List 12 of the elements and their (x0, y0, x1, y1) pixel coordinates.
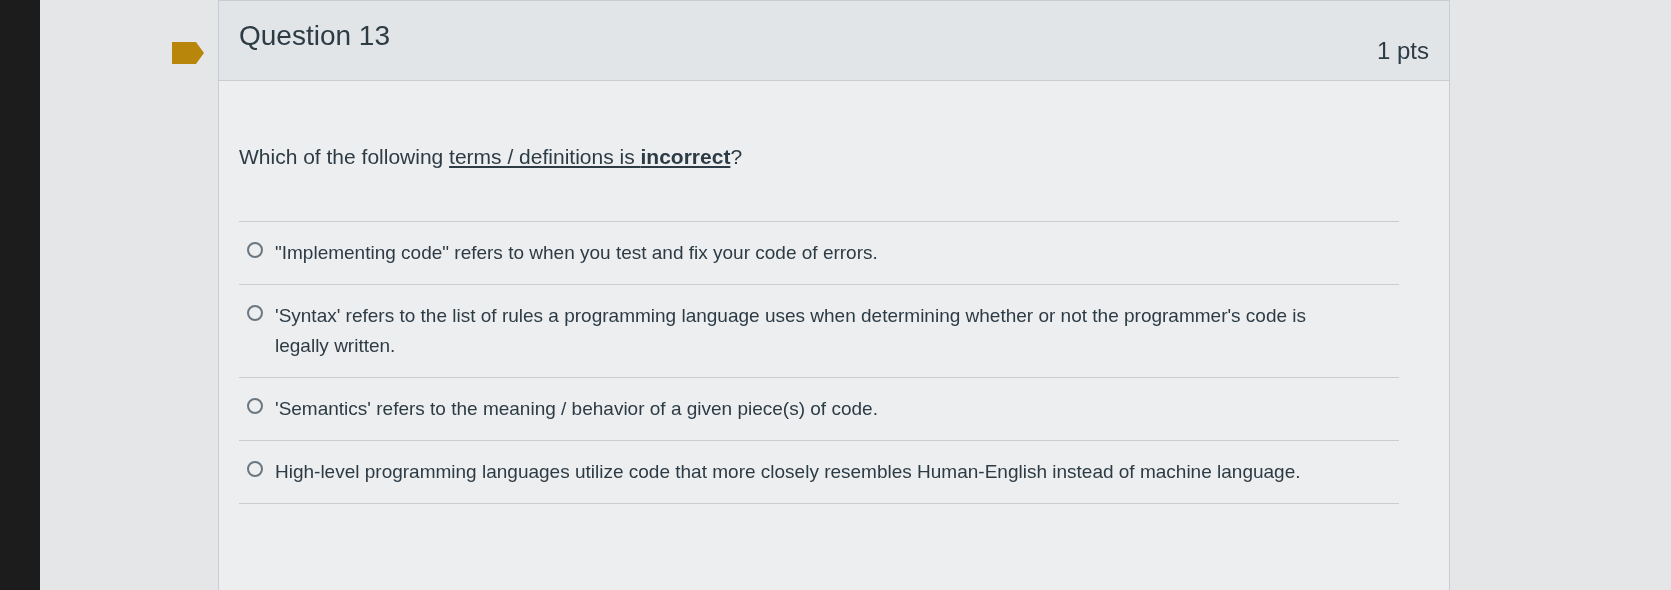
points-label: 1 pts (1376, 36, 1429, 66)
answer-text: High-level programming languages utilize code that more closely resembles Human-English instead of machine language. (275, 459, 1301, 484)
answer-text: 'Semantics' refers to the meaning / behavior of a given piece(s) of code. (275, 396, 878, 421)
question-text: Which of the following terms / definitions is incorrect? (239, 144, 743, 170)
answer-text: 'Syntax' refers to the list of rules a programming language uses when determining whether or not the programmer's code is legally written. (275, 303, 1308, 358)
flag-icon[interactable] (170, 40, 206, 66)
answer-text: "Implementing code" refers to when you test and fix your code of errors. (275, 240, 878, 265)
radio-button[interactable] (247, 397, 263, 414)
radio-button[interactable] (247, 460, 263, 477)
question-title: Question 13 (239, 19, 390, 53)
radio-button[interactable] (247, 304, 263, 321)
radio-button[interactable] (247, 241, 263, 258)
